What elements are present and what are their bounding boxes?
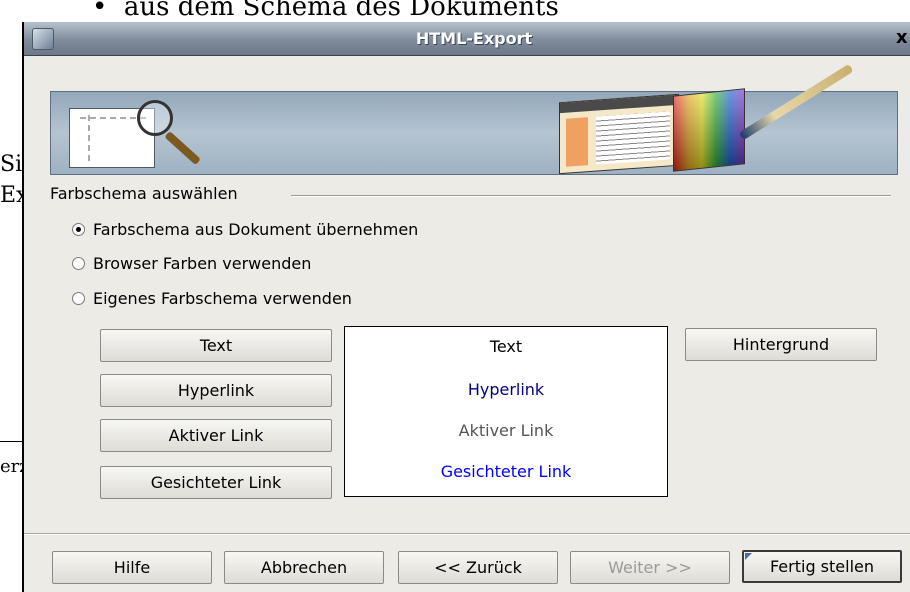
help-button[interactable]: Hilfe [52,551,212,584]
background-bullet-text: • aus dem Schema des Dokuments [92,0,559,22]
preview-visited-link: Gesichteter Link [440,462,572,481]
radio-button-checked[interactable] [72,223,85,236]
wizard-banner [50,63,898,175]
background-color-button[interactable]: Hintergrund [685,328,877,361]
color-palette-icon [673,88,745,172]
radio-label: Browser Farben verwenden [93,254,312,273]
active-link-color-button[interactable]: Aktiver Link [100,419,332,452]
dialog-client-area: Farbschema auswählen Farbschema aus Doku… [24,56,910,592]
radio-option-browser-colors[interactable]: Browser Farben verwenden [72,254,311,273]
text-color-button[interactable]: Text [100,329,332,362]
finish-button-label: Fertig stellen [769,557,875,576]
magnifier-handle-icon [164,131,201,166]
background-fragment-1: Si [0,152,23,177]
hyperlink-color-button[interactable]: Hyperlink [100,374,332,407]
browser-page-icon [559,93,679,175]
magnifier-glass-icon [137,100,173,136]
title-bar[interactable]: HTML-Export x [24,22,910,56]
section-divider [291,195,891,197]
background-rule [0,441,22,442]
radio-option-custom-scheme[interactable]: Eigenes Farbschema verwenden [72,289,352,308]
cancel-button[interactable]: Abbrechen [224,551,384,584]
preview-active-link: Aktiver Link [458,421,554,440]
next-button[interactable]: Weiter >> [570,551,730,584]
radio-button[interactable] [72,292,85,305]
html-export-dialog: HTML-Export x Farbschema auswählen Farbs… [22,22,910,592]
close-icon[interactable]: x [896,27,908,48]
paintbrush-icon [738,63,854,141]
color-preview-box: Text Hyperlink Aktiver Link Gesichteter … [344,326,668,497]
bullet-text: aus dem Schema des Dokuments [123,0,559,22]
radio-option-document-scheme[interactable]: Farbschema aus Dokument übernehmen [72,220,418,239]
preview-hyperlink: Hyperlink [467,380,545,399]
finish-button[interactable]: Fertig stellen [742,550,902,583]
preview-text: Text [489,337,523,356]
bullet-dot: • [92,0,124,22]
radio-label: Eigenes Farbschema verwenden [93,289,352,308]
default-button-corner-icon [745,553,752,560]
footer-separator [24,533,910,535]
visited-link-color-button[interactable]: Gesichteter Link [100,466,332,499]
back-button[interactable]: << Zurück [398,551,558,584]
radio-button[interactable] [72,257,85,270]
window-title: HTML-Export [415,29,533,48]
radio-label: Farbschema aus Dokument übernehmen [93,220,419,239]
section-title: Farbschema auswählen [50,184,238,203]
